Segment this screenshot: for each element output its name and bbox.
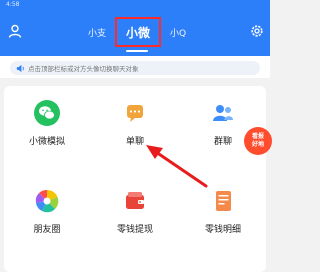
moments-icon xyxy=(35,189,59,213)
badge-line-2: 好地 xyxy=(251,141,264,148)
item-label: 朋友圈 xyxy=(33,225,61,235)
notice-bar: 点击顶部栏标或对方头像切换聊天对象 xyxy=(10,61,260,75)
item-balance-detail[interactable]: 零钱明细 xyxy=(180,174,266,262)
tab-xiaowei[interactable]: 小微 xyxy=(115,17,161,47)
item-single-chat[interactable]: 单聊 xyxy=(92,86,178,174)
item-moments[interactable]: 朋友圈 xyxy=(4,174,90,262)
item-label: 小微模拟 xyxy=(28,137,65,147)
item-withdraw[interactable]: 零钱提现 xyxy=(92,174,178,262)
single-chat-icon xyxy=(127,105,143,122)
wallet-icon xyxy=(126,192,144,209)
item-label: 零钱明细 xyxy=(204,225,241,235)
tab-xiaoq[interactable]: 小Q xyxy=(170,26,186,39)
group-chat-icon xyxy=(213,105,233,121)
badge-line-1: 看报 xyxy=(251,133,264,140)
app-header: 4:58 小支 小微 小Q xyxy=(0,0,270,56)
gear-icon[interactable] xyxy=(250,24,264,38)
notice-text: 点击顶部栏标或对方头像切换聊天对象 xyxy=(28,65,139,73)
speaker-icon xyxy=(16,64,24,72)
active-tab-indicator xyxy=(126,50,148,52)
feature-grid: 小微模拟 单聊 群聊 朋友圈 零钱提现 零钱明细 xyxy=(4,86,266,272)
user-icon[interactable] xyxy=(8,24,22,38)
wechat-icon xyxy=(34,100,60,126)
tab-xiaozhi[interactable]: 小支 xyxy=(88,26,106,39)
ledger-icon xyxy=(216,191,231,211)
notice-section: 点击顶部栏标或对方头像切换聊天对象 xyxy=(0,56,270,78)
item-xiaowei-simulate[interactable]: 小微模拟 xyxy=(4,86,90,174)
floating-promo-badge[interactable]: 看报 好地 xyxy=(244,127,272,155)
status-time: 4:58 xyxy=(6,1,20,8)
item-label: 单聊 xyxy=(125,137,144,147)
item-label: 零钱提现 xyxy=(116,225,153,235)
